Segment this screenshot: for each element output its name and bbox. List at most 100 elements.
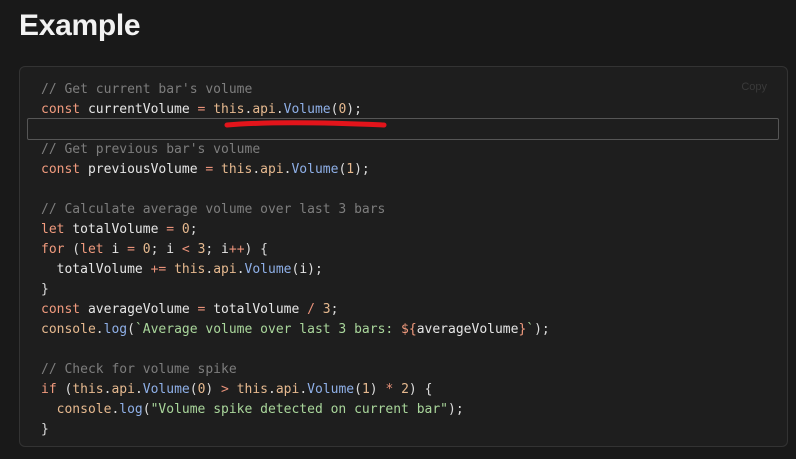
code-token: ( — [354, 382, 362, 397]
highlighted-line-box — [27, 118, 779, 140]
code-token: this — [236, 382, 269, 397]
code-token: this — [72, 382, 104, 397]
code-token: ); — [354, 162, 370, 177]
code-line: const averageVolume = totalVolume / 3; — [41, 300, 550, 320]
code-line: for (let i = 0; i < 3; i++) { — [41, 240, 550, 260]
code-token: ) — [369, 382, 386, 397]
code-token: console — [56, 402, 112, 417]
code-token: ( — [64, 242, 81, 257]
code-token: } — [41, 422, 49, 437]
code-token: this — [221, 162, 253, 177]
code-token: Volume — [142, 382, 190, 397]
code-token: ); — [346, 102, 362, 117]
code-token: Volume — [283, 102, 331, 117]
code-token: 0 — [181, 222, 190, 237]
code-token: ; — [205, 242, 222, 257]
code-token: this — [174, 262, 206, 277]
code-token: let — [80, 242, 104, 257]
code-token: ) { — [244, 242, 269, 257]
code-token: const — [41, 162, 81, 177]
code-token: averageVolume — [416, 322, 519, 337]
code-token: Volume — [307, 382, 355, 397]
code-token: ${ — [401, 322, 417, 337]
code-token: for — [41, 242, 65, 257]
code-token: if — [41, 382, 57, 397]
code-line: console.log("Volume spike detected on cu… — [41, 400, 550, 420]
code-token: = — [166, 222, 175, 237]
code-token: = — [127, 242, 135, 257]
code-token: / — [307, 302, 315, 317]
code-token: . — [299, 382, 308, 397]
code-token: . — [134, 382, 143, 397]
code-token: totalVolume — [213, 302, 300, 317]
code-token: ( — [56, 382, 73, 397]
code-token: ( — [142, 402, 151, 417]
code-token: > — [221, 382, 229, 397]
code-token: // Check for volume spike — [41, 362, 237, 377]
code-token: . — [95, 322, 104, 337]
code-token: ) — [205, 382, 222, 397]
code-line: let totalVolume = 0; — [41, 220, 550, 240]
code-token: . — [275, 102, 284, 117]
code-token: log — [103, 322, 128, 337]
code-token: ); — [307, 262, 323, 277]
code-token: // Get previous bar's volume — [41, 142, 261, 157]
code-token: `Average volume over last 3 bars: — [134, 322, 402, 337]
code-token: ); — [448, 402, 464, 417]
code-token: += — [150, 262, 167, 277]
code-token: ++ — [228, 242, 245, 257]
code-token: i — [299, 262, 308, 277]
code-token: averageVolume — [87, 302, 190, 317]
code-token: ) { — [408, 382, 433, 397]
code-token: ; — [189, 222, 198, 237]
code-token: ; — [150, 242, 167, 257]
code-token: const — [41, 102, 81, 117]
code-token: i — [221, 242, 229, 257]
code-line: // Get current bar's volume — [41, 80, 550, 100]
code-line: // Get previous bar's volume — [41, 140, 550, 160]
code-line: console.log(`Average volume over last 3 … — [41, 320, 550, 340]
section-heading: Example — [19, 9, 141, 42]
code-token: let — [41, 222, 65, 237]
red-underline-annotation — [224, 120, 387, 128]
code-token: console — [41, 322, 96, 337]
code-token: previousVolume — [87, 162, 198, 177]
code-token: ( — [189, 382, 198, 397]
page: Example Copy // Get current bar's volume… — [0, 0, 796, 459]
code-line: // Calculate average volume over last 3 … — [41, 200, 550, 220]
code-token: api — [275, 382, 300, 397]
code-token: 1 — [361, 382, 370, 397]
code-token: 1 — [346, 162, 355, 177]
code-token: 0 — [142, 242, 151, 257]
copy-button[interactable]: Copy — [737, 79, 771, 95]
code-line: } — [41, 420, 550, 440]
code-token: ( — [127, 322, 135, 337]
code-token: api — [213, 262, 237, 277]
code-line: } — [41, 280, 550, 300]
code-token: api — [260, 162, 284, 177]
code-token: // Get current bar's volume — [41, 82, 253, 97]
code-token: api — [111, 382, 135, 397]
code-line: totalVolume += this.api.Volume(i); — [41, 260, 550, 280]
code-line: // Check for volume spike — [41, 360, 550, 380]
code-token: // Calculate average volume over last 3 … — [41, 202, 386, 217]
code-token: i — [166, 242, 175, 257]
code-token: const — [41, 302, 81, 317]
code-token: currentVolume — [87, 102, 190, 117]
